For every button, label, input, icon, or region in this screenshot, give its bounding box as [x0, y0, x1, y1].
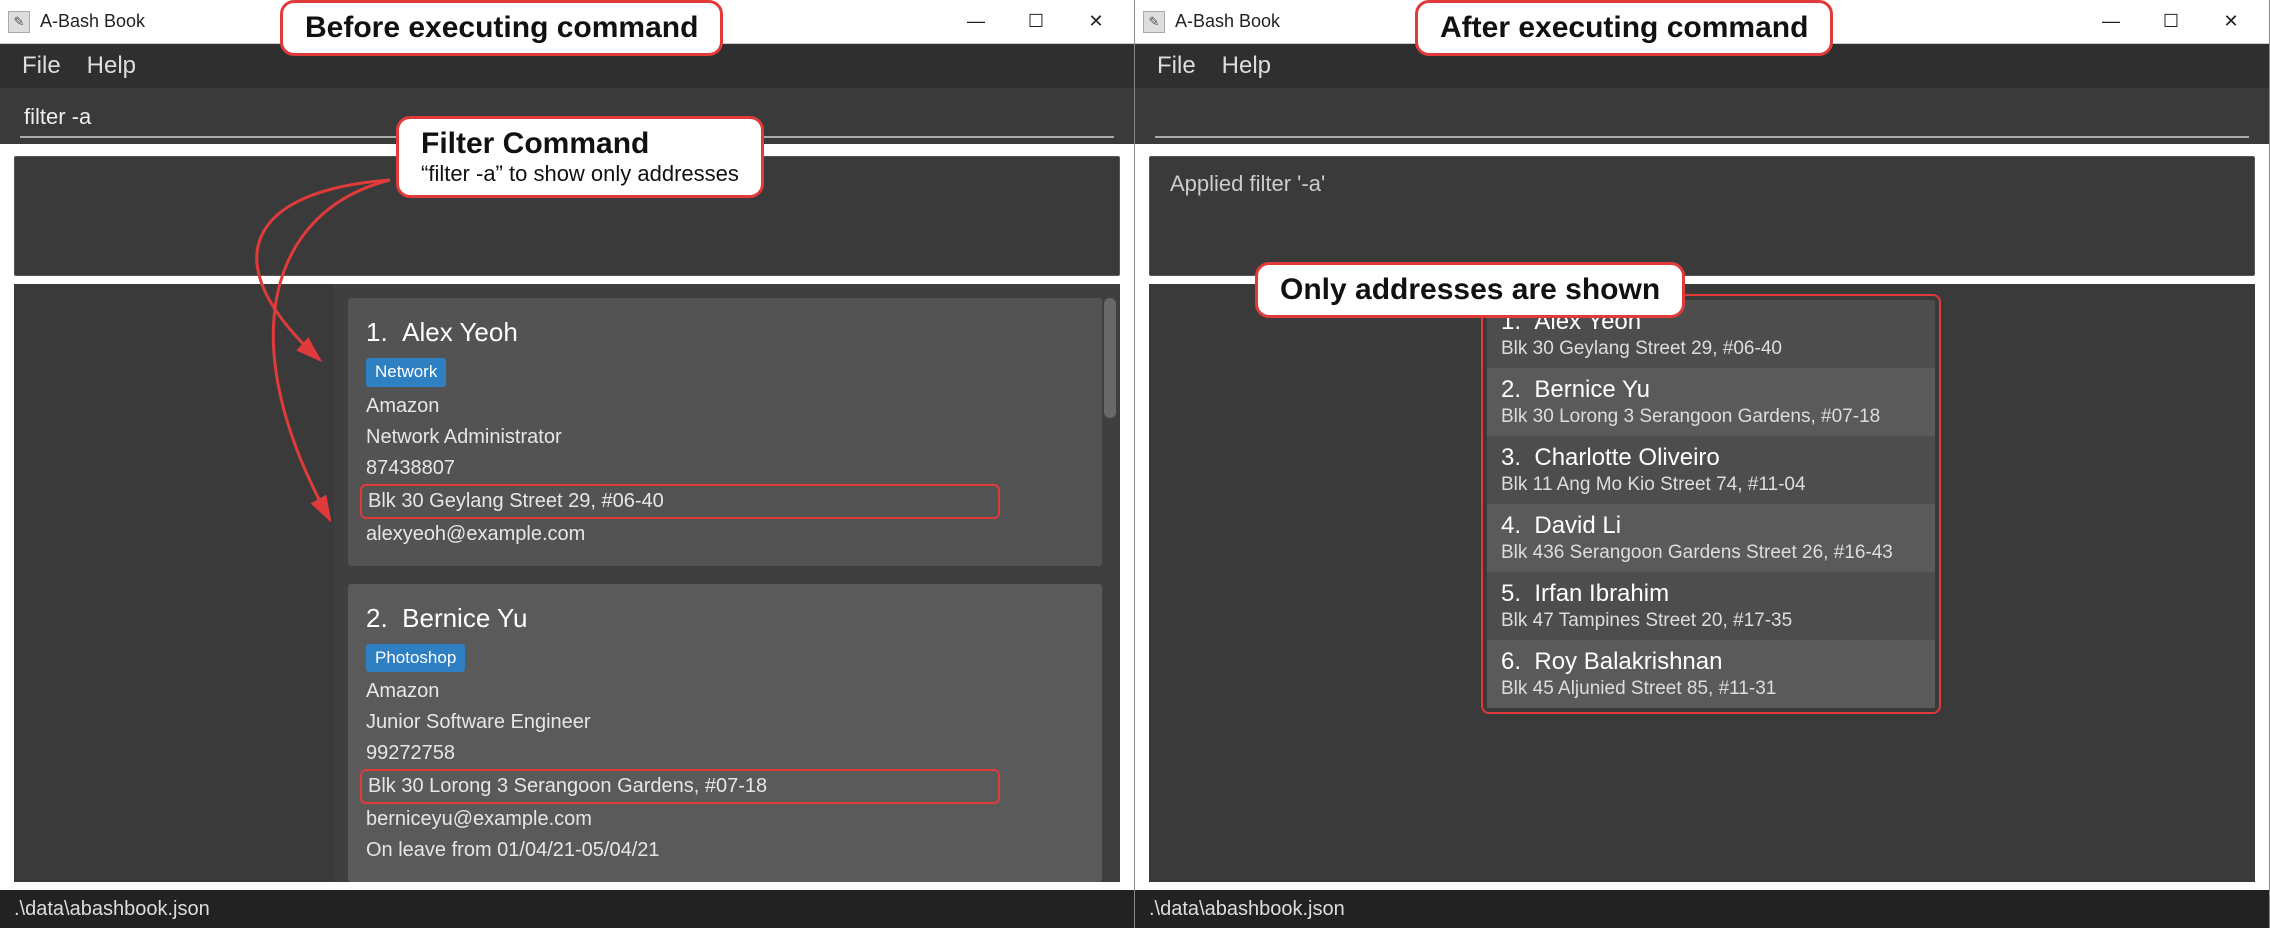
person-email: berniceyu@example.com: [366, 804, 1084, 835]
sidebar-spacer: [14, 284, 334, 882]
close-button[interactable]: ✕: [2201, 2, 2261, 42]
person-company: Amazon: [366, 676, 1084, 707]
person-card[interactable]: 1. Alex Yeoh Network Amazon Network Admi…: [348, 298, 1102, 566]
result-text: Applied filter '-a': [1170, 171, 1325, 196]
list-item[interactable]: 3. Charlotte Oliveiro Blk 11 Ang Mo Kio …: [1487, 436, 1935, 504]
menu-file[interactable]: File: [1157, 52, 1196, 80]
callout-after-title: After executing command: [1415, 0, 1833, 56]
person-company: Amazon: [366, 391, 1084, 422]
content-area: 1. Alex Yeoh Blk 30 Geylang Street 29, #…: [1149, 284, 2255, 882]
person-role: Network Administrator: [366, 422, 1084, 453]
person-tag: Photoshop: [366, 644, 465, 672]
sidebar-spacer: [1149, 284, 1469, 882]
window-buttons: — ☐ ✕: [2081, 2, 2261, 42]
person-role: Junior Software Engineer: [366, 707, 1084, 738]
list-item[interactable]: 5. Irfan Ibrahim Blk 47 Tampines Street …: [1487, 572, 1935, 640]
list-item[interactable]: 6. Roy Balakrishnan Blk 45 Aljunied Stre…: [1487, 640, 1935, 708]
callout-before-title: Before executing command: [280, 0, 723, 56]
status-path: .\data\abashbook.json: [14, 898, 210, 921]
person-tag: Network: [366, 358, 446, 386]
pane-before: ✎ A-Bash Book — ☐ ✕ File Help 1. Alex Ye…: [0, 0, 1135, 928]
maximize-button[interactable]: ☐: [1006, 2, 1066, 42]
minimize-button[interactable]: —: [946, 2, 1006, 42]
command-input[interactable]: [1155, 98, 2249, 138]
person-phone: 99272758: [366, 738, 1084, 769]
pane-after: ✎ A-Bash Book — ☐ ✕ File Help Applied fi…: [1135, 0, 2270, 928]
callout-filter-command: Filter Command “filter -a” to show only …: [396, 116, 764, 198]
command-row: [1135, 88, 2269, 144]
status-path: .\data\abashbook.json: [1149, 898, 1345, 921]
close-button[interactable]: ✕: [1066, 2, 1126, 42]
status-bar: .\data\abashbook.json: [1135, 890, 2269, 928]
content-area: 1. Alex Yeoh Network Amazon Network Admi…: [14, 284, 1120, 882]
person-address: Blk 30 Lorong 3 Serangoon Gardens, #07-1…: [366, 769, 1084, 804]
person-list-filtered[interactable]: 1. Alex Yeoh Blk 30 Geylang Street 29, #…: [1469, 284, 2255, 882]
person-note: On leave from 01/04/21-05/04/21: [366, 835, 1084, 866]
person-email: alexyeoh@example.com: [366, 519, 1084, 550]
app-icon: ✎: [8, 11, 30, 33]
person-list[interactable]: 1. Alex Yeoh Network Amazon Network Admi…: [334, 284, 1120, 882]
result-box: Applied filter '-a': [1149, 156, 2255, 276]
person-name: 2. Bernice Yu: [366, 598, 1084, 638]
callout-only-addresses: Only addresses are shown: [1255, 262, 1685, 318]
maximize-button[interactable]: ☐: [2141, 2, 2201, 42]
person-card[interactable]: 2. Bernice Yu Photoshop Amazon Junior So…: [348, 584, 1102, 882]
scrollbar[interactable]: [1104, 298, 1116, 418]
window-buttons: — ☐ ✕: [946, 2, 1126, 42]
person-name: 1. Alex Yeoh: [366, 312, 1084, 352]
list-item[interactable]: 4. David Li Blk 436 Serangoon Gardens St…: [1487, 504, 1935, 572]
minimize-button[interactable]: —: [2081, 2, 2141, 42]
app-icon: ✎: [1143, 11, 1165, 33]
person-phone: 87438807: [366, 453, 1084, 484]
list-item[interactable]: 2. Bernice Yu Blk 30 Lorong 3 Serangoon …: [1487, 368, 1935, 436]
menu-help[interactable]: Help: [87, 52, 136, 80]
filtered-list-highlight: 1. Alex Yeoh Blk 30 Geylang Street 29, #…: [1481, 294, 1941, 714]
status-bar: .\data\abashbook.json: [0, 890, 1134, 928]
person-address: Blk 30 Geylang Street 29, #06-40: [366, 484, 1084, 519]
menu-help[interactable]: Help: [1222, 52, 1271, 80]
menu-file[interactable]: File: [22, 52, 61, 80]
